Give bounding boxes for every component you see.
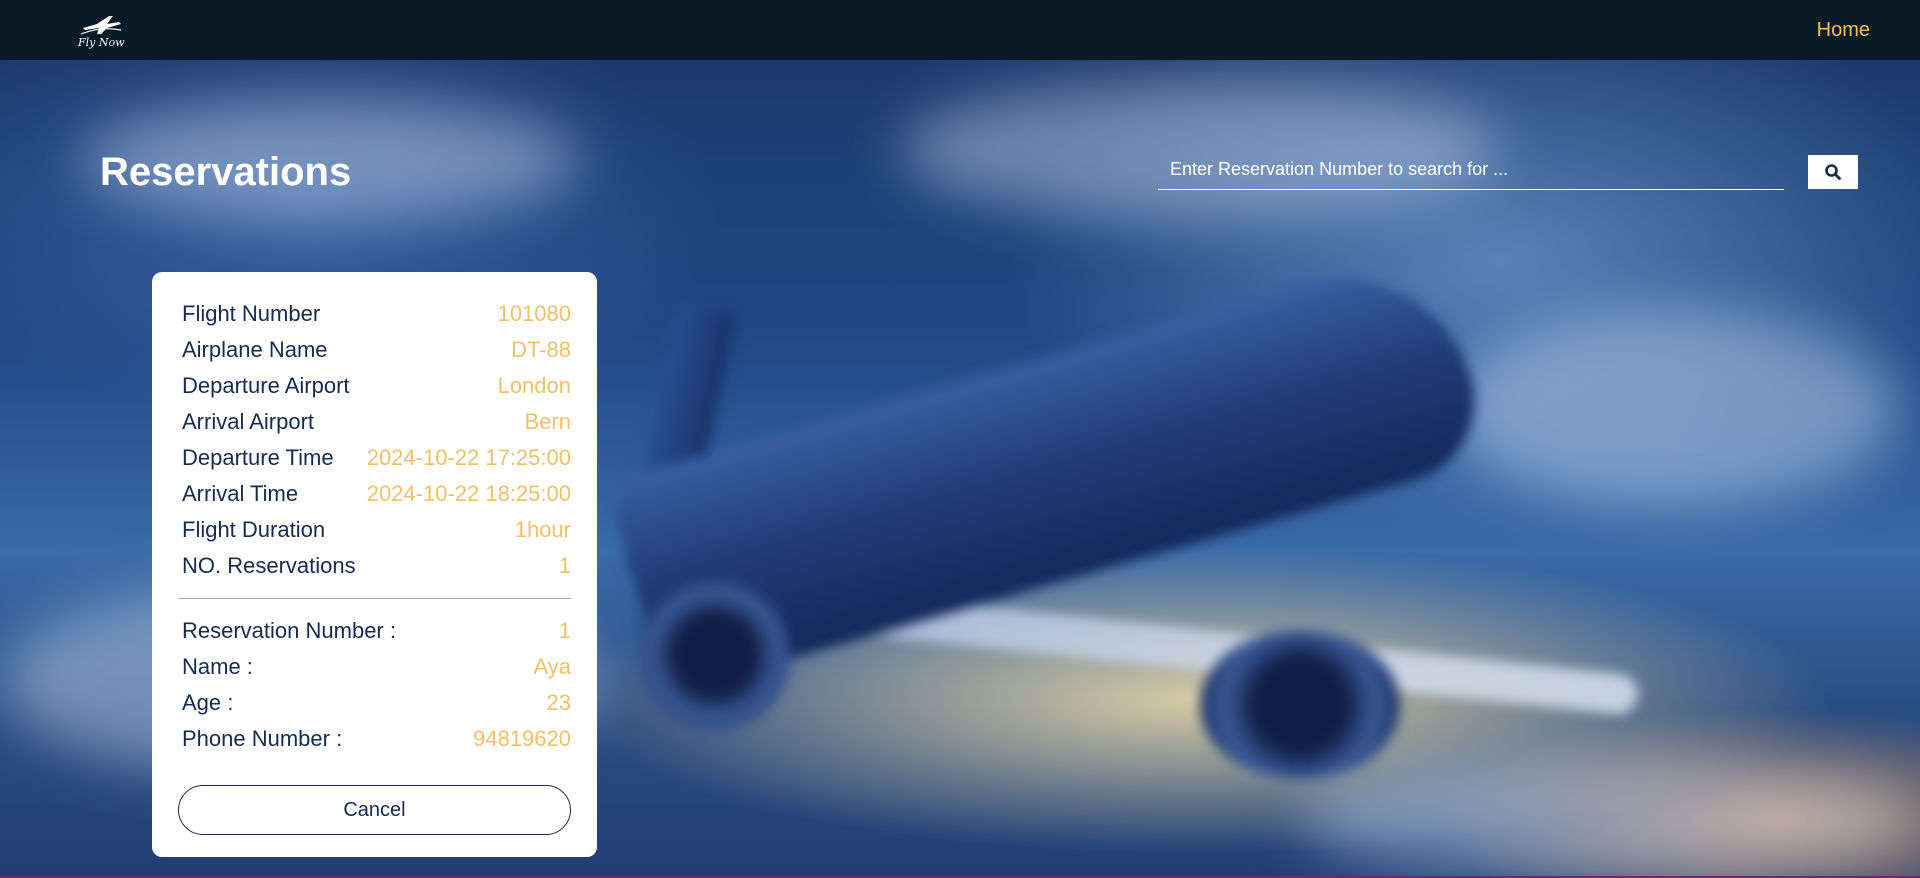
detail-label: Phone Number : — [182, 726, 343, 751]
detail-label: Flight Duration — [182, 517, 326, 542]
detail-label: Airplane Name — [182, 337, 328, 362]
navbar: Fly Now Home — [0, 0, 1920, 60]
detail-row: Phone Number : 94819620 — [178, 721, 571, 757]
detail-row: Flight Number 101080 — [178, 296, 571, 332]
logo[interactable]: Fly Now — [78, 12, 125, 49]
detail-value: 23 — [546, 690, 571, 715]
divider — [178, 598, 571, 599]
detail-row: Arrival Time 2024-10-22 18:25:00 — [178, 476, 571, 512]
airplane-logo-icon — [81, 15, 122, 35]
detail-row: Departure Airport London — [178, 368, 571, 404]
detail-value: DT-88 — [511, 337, 571, 362]
detail-row: Reservation Number : 1 — [178, 613, 571, 649]
nav-home-link[interactable]: Home — [1817, 19, 1870, 42]
detail-value: Aya — [533, 654, 571, 679]
search-input[interactable] — [1158, 150, 1784, 189]
page-title: Reservations — [100, 150, 352, 194]
detail-label: Age : — [182, 690, 234, 715]
detail-row: Flight Duration 1hour — [178, 512, 571, 548]
detail-value: 1 — [558, 553, 571, 578]
flight-details: Flight Number 101080 Airplane Name DT-88 D… — [178, 296, 571, 584]
detail-row: Departure Time 2024-10-22 17:25:00 — [178, 440, 571, 476]
cancel-button[interactable]: Cancel — [178, 785, 571, 835]
detail-label: Flight Number — [182, 301, 321, 326]
cloud — [1300, 760, 1920, 878]
detail-row: Age : 23 — [178, 685, 571, 721]
detail-row: Name : Aya — [178, 649, 571, 685]
detail-label: Departure Time — [182, 445, 334, 470]
reservation-card: Flight Number 101080 Airplane Name DT-88 D… — [152, 272, 597, 857]
search-bar — [1158, 150, 1784, 190]
detail-label: Reservation Number : — [182, 618, 396, 643]
detail-value: 2024-10-22 17:25:00 — [366, 445, 571, 470]
logo-text: Fly Now — [78, 35, 125, 49]
cloud — [1450, 310, 1900, 510]
detail-label: Departure Airport — [182, 373, 350, 398]
detail-row: Arrival Airport Bern — [178, 404, 571, 440]
detail-value: 2024-10-22 18:25:00 — [366, 481, 571, 506]
detail-value: London — [497, 373, 571, 398]
detail-value: Bern — [524, 409, 571, 434]
detail-row: NO. Reservations 1 — [178, 548, 571, 584]
reservation-details: Reservation Number :1 Name : Aya Age :23 … — [178, 613, 571, 757]
detail-label: NO. Reservations — [182, 553, 356, 578]
detail-value: 1 — [558, 618, 571, 643]
detail-value: 101080 — [497, 301, 571, 326]
detail-label: Arrival Airport — [182, 409, 315, 434]
detail-row: Airplane Name DT-88 — [178, 332, 571, 368]
detail-label: Name : — [182, 654, 253, 679]
search-icon — [1825, 164, 1841, 180]
search-button[interactable] — [1808, 155, 1858, 189]
detail-label: Arrival Time — [182, 481, 299, 506]
detail-value: 1hour — [514, 517, 571, 542]
detail-value: 94819620 — [473, 726, 571, 751]
